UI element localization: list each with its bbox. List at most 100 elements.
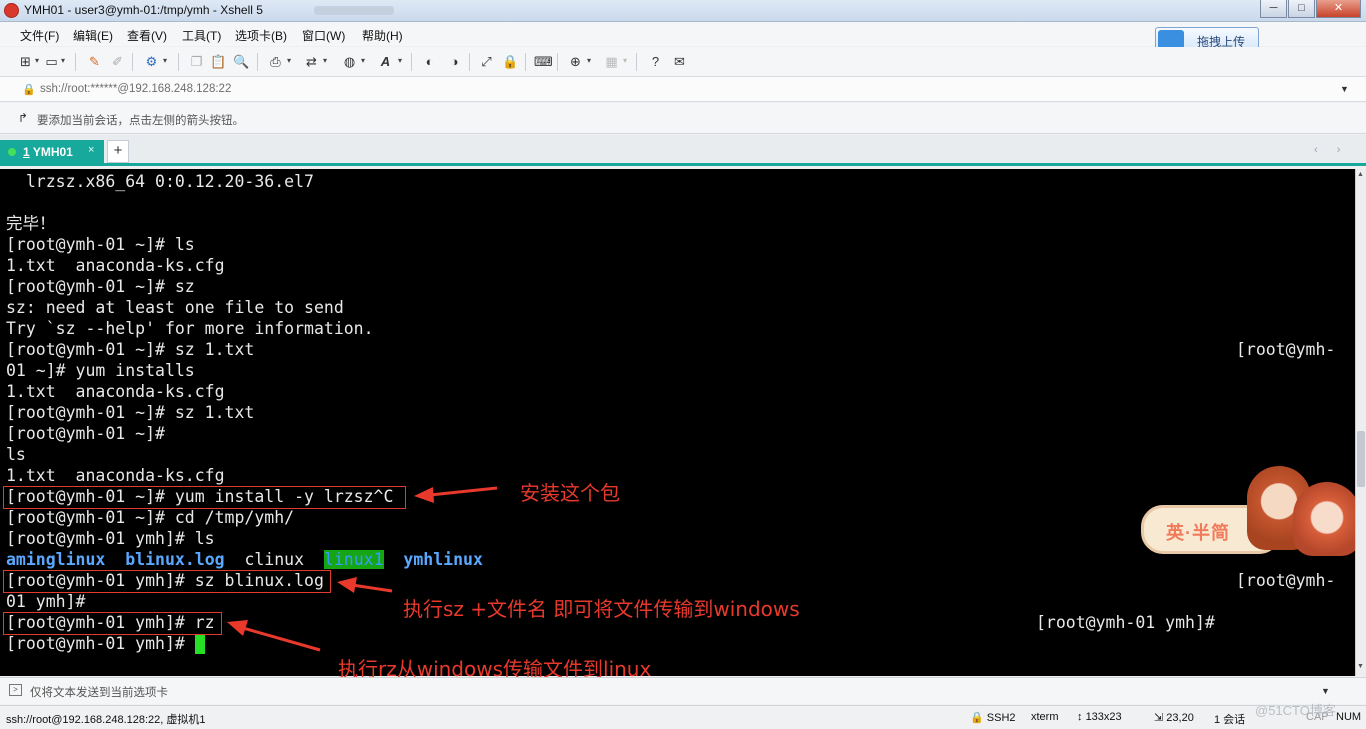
maximize-button[interactable]: □ — [1288, 0, 1315, 18]
terminal-line: 1.txt anaconda-ks.cfg — [6, 466, 225, 485]
status-sessions: 1 会话 — [1214, 714, 1246, 726]
window-title: YMH01 - user3@ymh-01:/tmp/ymh - Xshell 5 — [24, 3, 263, 17]
anime-girl-illustration — [1293, 482, 1361, 556]
terminal-line: 01 ymh]# — [6, 592, 86, 611]
terminal-line: [root@ymh-01 ~]# — [6, 424, 165, 443]
terminal-scrollbar[interactable]: ▲ ▼ — [1355, 169, 1366, 676]
annotation-install: 安装这个包 — [520, 481, 620, 505]
terminal-line-right: [root@ymh-01 ymh]# — [1036, 613, 1215, 632]
terminal-line: 01 ~]# yum installs — [6, 361, 195, 380]
chevron-down-icon[interactable]: ▼ — [1321, 686, 1330, 696]
status-protocol: 🔒 SSH2 — [970, 712, 1016, 724]
compose-icon[interactable]: ⊕ — [567, 54, 584, 70]
menu-tools[interactable]: 工具(T) — [182, 27, 221, 44]
terminal-prompt-line: [root@ymh-01 ymh]# — [6, 633, 205, 654]
terminal-line: 完毕！ — [6, 214, 56, 233]
terminal-line: [root@ymh-01 ~]# cd /tmp/ymh/ — [6, 508, 295, 527]
terminal-line: [root@ymh-01 ~]# sz 1.txt — [6, 403, 255, 422]
annotation-box-sz — [3, 570, 331, 593]
compose-bar[interactable]: > 仅将文本发送到当前选项卡 ▼ — [0, 677, 1366, 704]
find-icon[interactable]: 🔍 — [233, 54, 250, 70]
menu-tabs[interactable]: 选项卡(B) — [235, 27, 287, 44]
status-position: ⇲ 23,20 — [1154, 712, 1194, 724]
lock-icon: 🔒 — [22, 84, 36, 96]
dir-ymhlinux: ymhlinux — [403, 550, 483, 569]
minimize-button[interactable]: ─ — [1260, 0, 1287, 18]
xftp-icon[interactable]: ◐ — [421, 54, 438, 70]
copy-icon[interactable]: ❐ — [188, 54, 205, 70]
open-icon[interactable]: ▭ — [43, 54, 60, 70]
annotation-box-rz — [3, 612, 222, 635]
layout-icon[interactable]: ▦ — [603, 54, 620, 70]
terminal-line-right: [root@ymh- — [1236, 571, 1336, 590]
title-bar: YMH01 - user3@ymh-01:/tmp/ymh - Xshell 5… — [0, 0, 1366, 22]
dir-linux1: linux1 — [323, 550, 384, 569]
keyboard-icon[interactable]: ⌨ — [534, 54, 553, 70]
status-num: NUM — [1336, 711, 1362, 723]
menu-help[interactable]: 帮助(H) — [362, 27, 403, 44]
annotation-box-install — [3, 486, 406, 509]
dir-aminglinux: aminglinux — [6, 550, 106, 569]
tab-close-icon[interactable]: × — [88, 144, 94, 156]
terminal-cursor — [194, 635, 205, 654]
file-clinux: clinux — [244, 550, 305, 569]
address-field[interactable]: ssh://root:******@192.168.248.128:22 — [40, 83, 231, 95]
menu-edit[interactable]: 编辑(E) — [73, 27, 113, 44]
status-connection: ssh://root@192.168.248.128:22, 虚拟机1 — [6, 714, 206, 726]
tab-bar: 1 YMH01 × + ‹ › — [0, 135, 1366, 166]
status-size: ↕ 133x23 — [1077, 711, 1122, 723]
tab-label: 1 YMH01 — [23, 145, 73, 159]
properties-icon[interactable]: ⚙ — [143, 54, 160, 70]
terminal-line: [root@ymh-01 ~]# sz — [6, 277, 195, 296]
watermark: @51CTO博客 — [1255, 703, 1336, 718]
ls-output-line: aminglinux blinux.log clinux linux1 ymhl… — [6, 549, 483, 570]
scrollbar-thumb[interactable] — [1357, 431, 1365, 487]
tab-ymh01[interactable]: 1 YMH01 × — [0, 140, 104, 163]
chevron-down-icon[interactable]: ▼ — [1340, 84, 1349, 94]
ime-badge-text: 英·半简 — [1166, 523, 1230, 543]
menu-file[interactable]: 文件(F) — [20, 27, 59, 44]
terminal-line-right: [root@ymh- — [1236, 340, 1336, 359]
add-tab-button[interactable]: + — [107, 140, 129, 163]
paste-icon[interactable]: 📋 — [210, 54, 227, 70]
session-hint-text: 要添加当前会话，点击左侧的箭头按钮。 — [37, 115, 244, 127]
status-term: xterm — [1031, 711, 1059, 723]
address-bar[interactable]: 🔒 ssh://root:******@192.168.248.128:22 ▼ — [0, 77, 1366, 102]
terminal-line: ls — [6, 445, 26, 464]
status-bar: ssh://root@192.168.248.128:22, 虚拟机1 🔒 SS… — [0, 705, 1366, 729]
blurred-title-text — [314, 6, 394, 15]
ime-sticker: 英·半简 — [1141, 466, 1366, 558]
session-hint-bar: ↱ 要添加当前会话，点击左侧的箭头按钮。 — [0, 103, 1366, 134]
print-icon[interactable]: ⎙ — [267, 54, 284, 70]
arrow-icon[interactable]: ↱ — [18, 111, 28, 125]
terminal-line: [root@ymh-01 ~]# ls — [6, 235, 195, 254]
menu-view[interactable]: 查看(V) — [127, 27, 167, 44]
terminal-line: sz: need at least one file to send — [6, 298, 344, 317]
lock-icon[interactable]: 🔒 — [502, 54, 519, 70]
transfer-icon[interactable]: ⇄ — [303, 54, 320, 70]
tab-nav-arrows[interactable]: ‹ › — [1314, 144, 1348, 156]
new-session-icon[interactable]: ⊞ — [17, 54, 34, 70]
disconnect-icon[interactable]: ✐ — [109, 54, 126, 70]
terminal-line: [root@ymh-01 ymh]# ls — [6, 529, 215, 548]
scroll-up-icon[interactable]: ▲ — [1357, 171, 1364, 178]
terminal-line: Try `sz --help' for more information. — [6, 319, 374, 338]
font-icon[interactable]: A — [377, 54, 394, 70]
connected-status-icon — [8, 148, 16, 156]
terminal-line: lrzsz.x86_64 0:0.12.20-36.el7 — [6, 172, 314, 191]
fullscreen-icon[interactable]: ⤢ — [478, 54, 495, 70]
close-window-button[interactable]: ✕ — [1316, 0, 1361, 18]
annotation-sz: 执行sz +文件名 即可将文件传输到windows — [403, 597, 800, 621]
send-text-icon[interactable]: > — [9, 684, 22, 696]
menu-window[interactable]: 窗口(W) — [302, 27, 345, 44]
help-icon[interactable]: ? — [647, 54, 664, 70]
compose-bar-text[interactable]: 仅将文本发送到当前选项卡 — [30, 684, 168, 700]
chat-icon[interactable]: ✉ — [671, 54, 688, 70]
globe-icon[interactable]: ◍ — [341, 54, 358, 70]
toolbar: ⊞ ▾ ▭ ▾ ✎ ✐ ⚙ ▾ ❐ 📋 🔍 ⎙ ▾ ⇄ ▾ ◍ ▾ A ▾ ◐ … — [0, 47, 1366, 77]
xmanager-icon[interactable]: ◑ — [446, 54, 463, 70]
dir-blinux: blinux.log — [125, 550, 225, 569]
xshell-app-icon — [4, 3, 19, 18]
scroll-down-icon[interactable]: ▼ — [1357, 663, 1364, 670]
edit-icon[interactable]: ✎ — [86, 54, 103, 70]
